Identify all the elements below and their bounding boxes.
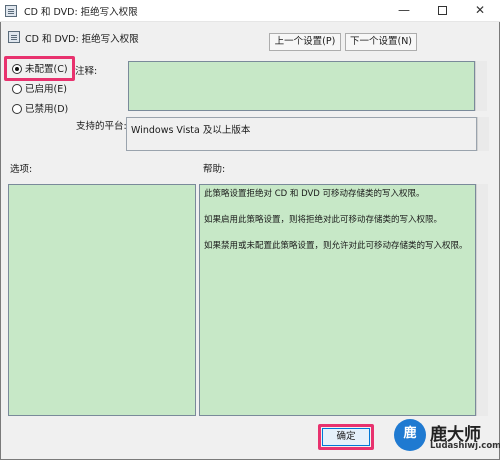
comment-scrollbar[interactable] — [475, 61, 487, 111]
radio-label: 已禁用(D) — [25, 104, 69, 115]
options-pane — [8, 184, 196, 416]
highlight-box-ok — [318, 424, 374, 450]
setting-icon — [8, 31, 20, 43]
help-scrollbar[interactable] — [476, 184, 488, 416]
previous-setting-button[interactable]: 上一个设置(P) — [269, 33, 341, 51]
comment-label: 注释: — [75, 66, 98, 77]
platform-label: 支持的平台: — [76, 121, 127, 132]
maximize-icon — [437, 6, 447, 15]
highlight-box-radio — [4, 56, 75, 81]
setting-title: CD 和 DVD: 拒绝写入权限 — [25, 34, 139, 45]
platform-field: Windows Vista 及以上版本 — [126, 117, 477, 151]
minimize-button[interactable]: — — [386, 0, 422, 22]
help-paragraph: 如果启用此策略设置，则将拒绝对此可移动存储类的写入权限。 — [204, 215, 443, 225]
help-pane: 此策略设置拒绝对 CD 和 DVD 可移动存储类的写入权限。 如果启用此策略设置… — [199, 184, 476, 416]
help-paragraph: 如果禁用或未配置此策略设置，则允许对此可移动存储类的写入权限。 — [204, 241, 468, 251]
radio-disabled[interactable]: 已禁用(D) — [12, 103, 68, 117]
help-paragraph: 此策略设置拒绝对 CD 和 DVD 可移动存储类的写入权限。 — [204, 189, 425, 199]
maximize-button[interactable] — [424, 0, 460, 22]
next-setting-button[interactable]: 下一个设置(N) — [345, 33, 417, 51]
radio-icon — [12, 104, 22, 114]
watermark-logo-icon: 鹿 — [394, 419, 426, 451]
help-label: 帮助: — [203, 164, 226, 175]
radio-enabled[interactable]: 已启用(E) — [12, 83, 67, 97]
radio-label: 已启用(E) — [25, 84, 67, 95]
radio-icon — [12, 84, 22, 94]
platform-scrollbar[interactable] — [477, 117, 489, 151]
comment-field[interactable] — [128, 61, 475, 111]
window-title: CD 和 DVD: 拒绝写入权限 — [24, 7, 138, 18]
watermark-site: Ludashiwj.com — [430, 441, 500, 451]
options-label: 选项: — [10, 164, 33, 175]
policy-icon — [5, 5, 17, 17]
close-button[interactable]: ✕ — [462, 0, 498, 22]
